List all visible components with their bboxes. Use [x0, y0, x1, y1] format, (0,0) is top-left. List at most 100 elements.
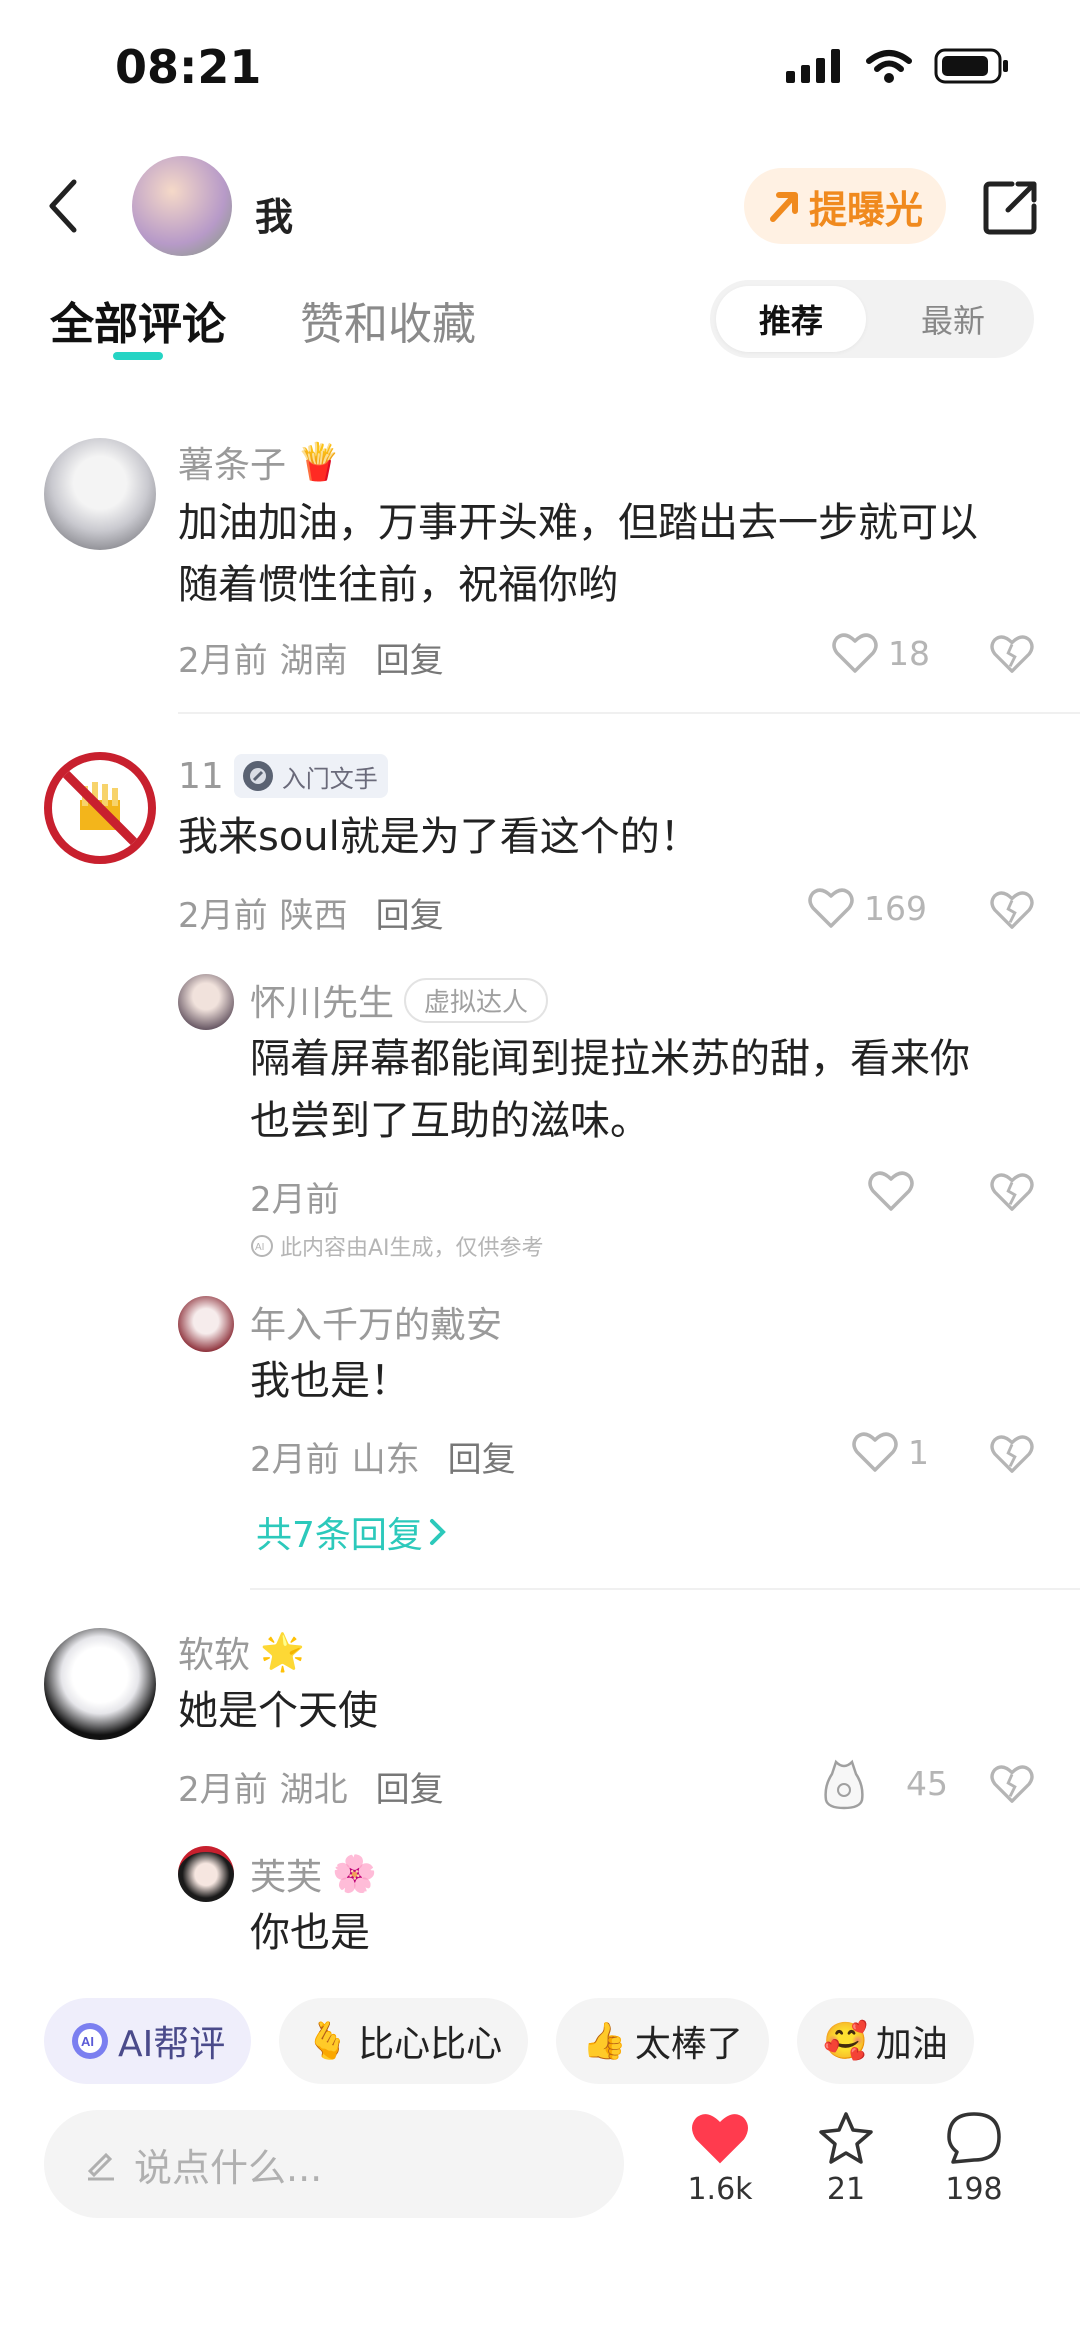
- chat-bubble-icon: [947, 2112, 1001, 2164]
- reply-username[interactable]: 怀川先生 虚拟达人: [250, 974, 549, 1026]
- reply-meta: 2月前: [250, 1172, 340, 1221]
- sort-latest[interactable]: 最新: [880, 286, 1026, 352]
- comment-meta: 2月前 陕西 回复: [178, 888, 444, 937]
- virtual-badge: 虚拟达人: [404, 977, 549, 1023]
- comment-text[interactable]: 我来soul就是为了看这个的！: [178, 806, 700, 868]
- reply-button[interactable]: 回复: [376, 633, 444, 682]
- username-text: 软软: [178, 1635, 251, 1676]
- avatar[interactable]: [44, 438, 156, 550]
- chip-great[interactable]: 👍 太棒了: [556, 1998, 769, 2084]
- dislike-button[interactable]: [990, 890, 1034, 934]
- tab-indicator: [113, 352, 163, 360]
- comment-meta: 2月前 湖北 回复: [178, 1762, 444, 1811]
- svg-text:AI: AI: [81, 2034, 94, 2049]
- ai-note-text: 此内容由AI生成，仅供参考: [280, 1236, 544, 1261]
- battery-icon: [934, 48, 1008, 84]
- heart-icon: [852, 1432, 898, 1472]
- chip-cheer[interactable]: 🥰 加油: [796, 1998, 974, 2084]
- reply-username[interactable]: 芙芙 🌸: [250, 1848, 377, 1900]
- dislike-button[interactable]: [990, 634, 1034, 678]
- username-text: 芙芙: [250, 1857, 323, 1898]
- reply-time: 2月前: [250, 1440, 340, 1480]
- like-button[interactable]: 169: [808, 887, 927, 929]
- chip-emoji: 👍: [582, 2021, 627, 2062]
- like-button[interactable]: 1: [852, 1431, 929, 1473]
- like-button[interactable]: [868, 1170, 914, 1216]
- reply-time: 2月前: [250, 1180, 340, 1220]
- quick-reply-bar: AI AI帮评 🫰 比心比心 👍 太棒了 🥰 加油: [44, 1998, 974, 2084]
- gift-bag-icon: [824, 1759, 864, 1810]
- chip-emoji: 🥰: [822, 2021, 868, 2062]
- boost-button[interactable]: 提曝光: [744, 168, 946, 244]
- broken-heart-icon: [990, 635, 1034, 673]
- star-icon: [819, 2112, 873, 2164]
- reply-button[interactable]: 回复: [376, 1762, 444, 1811]
- svg-text:AI: AI: [255, 1242, 264, 1253]
- sort-recommended[interactable]: 推荐: [716, 286, 866, 352]
- reply-line: 隔着屏幕都能闻到提拉米苏的甜，看来你: [250, 1036, 970, 1082]
- like-count: 45: [906, 1763, 948, 1803]
- chip-finger-heart[interactable]: 🫰 比心比心: [279, 1998, 529, 2084]
- comment-line: 随着惯性往前，祝福你哟: [178, 562, 618, 608]
- ai-comment-chip[interactable]: AI AI帮评: [44, 1998, 252, 2084]
- chip-emoji: 🫰: [305, 2021, 351, 2062]
- avatar[interactable]: [132, 156, 232, 256]
- comment-time: 2月前: [178, 641, 268, 681]
- favorite-button[interactable]: 21: [796, 2110, 896, 2207]
- avatar[interactable]: [44, 752, 156, 864]
- comment-location: 陕西: [279, 896, 348, 936]
- wifi-icon: [866, 50, 912, 83]
- like-post-button[interactable]: 1.6k: [670, 2110, 770, 2207]
- flower-emoji: 🌸: [332, 1854, 377, 1895]
- dislike-button[interactable]: [990, 1172, 1034, 1216]
- avatar[interactable]: [44, 1628, 156, 1740]
- more-replies-text: 共7条回复: [256, 1515, 423, 1556]
- divider: [250, 1588, 1080, 1590]
- like-button[interactable]: 45: [822, 1756, 948, 1810]
- comment-input[interactable]: 说点什么...: [44, 2110, 624, 2218]
- star-count: 21: [826, 2172, 866, 2207]
- avatar[interactable]: [178, 1296, 234, 1352]
- comment-username[interactable]: 软软 🌟: [178, 1626, 305, 1678]
- avatar[interactable]: [178, 1846, 234, 1902]
- reply-button[interactable]: 回复: [448, 1432, 516, 1481]
- chip-label: 太棒了: [634, 2024, 743, 2065]
- reply-username[interactable]: 年入千万的戴安: [250, 1296, 502, 1348]
- like-count: 1: [908, 1432, 929, 1472]
- comment-username[interactable]: 11 入门文手: [178, 754, 388, 798]
- heart-filled-icon: [692, 2114, 748, 2164]
- reply-text[interactable]: 我也是！: [250, 1350, 410, 1412]
- comment-text[interactable]: 她是个天使: [178, 1680, 378, 1742]
- username-text: 薯条子: [178, 445, 287, 486]
- comment-button[interactable]: 198: [924, 2110, 1024, 2207]
- username-text: 11: [178, 755, 224, 797]
- input-placeholder: 说点什么...: [134, 2145, 323, 2190]
- comment-username[interactable]: 薯条子 🍟: [178, 436, 341, 488]
- dislike-button[interactable]: [990, 1764, 1034, 1808]
- user-name[interactable]: 我: [255, 186, 293, 241]
- user-badge: 入门文手: [233, 754, 388, 798]
- username-text: 怀川先生: [250, 983, 395, 1024]
- more-replies-link[interactable]: 共7条回复: [256, 1506, 447, 1558]
- reply-text[interactable]: 你也是: [250, 1902, 370, 1964]
- chip-label: 加油: [875, 2024, 948, 2065]
- like-count: 1.6k: [687, 2172, 753, 2207]
- badge-text: 入门文手: [281, 764, 378, 793]
- share-button[interactable]: [982, 178, 1040, 240]
- tab-all-comments[interactable]: 全部评论: [50, 288, 226, 352]
- comment-location: 湖北: [279, 1770, 348, 1810]
- comment-text[interactable]: 加油加油，万事开头难，但踏出去一步就可以 随着惯性往前，祝福你哟: [178, 492, 978, 616]
- avatar[interactable]: [178, 974, 234, 1030]
- reply-button[interactable]: 回复: [376, 888, 444, 937]
- reply-meta: 2月前 山东 回复: [250, 1432, 516, 1481]
- dislike-button[interactable]: [990, 1434, 1034, 1478]
- chip-label: AI帮评: [118, 2024, 226, 2065]
- no-fries-icon: [60, 768, 140, 848]
- chevron-right-icon: [429, 1519, 446, 1545]
- comment-count: 198: [945, 2172, 1003, 2207]
- like-button[interactable]: 18: [832, 632, 930, 674]
- tab-likes-favorites[interactable]: 赞和收藏: [300, 288, 476, 352]
- back-button[interactable]: [48, 178, 78, 238]
- reply-text[interactable]: 隔着屏幕都能闻到提拉米苏的甜，看来你 也尝到了互助的滋味。: [250, 1028, 970, 1152]
- broken-heart-icon: [990, 1435, 1034, 1473]
